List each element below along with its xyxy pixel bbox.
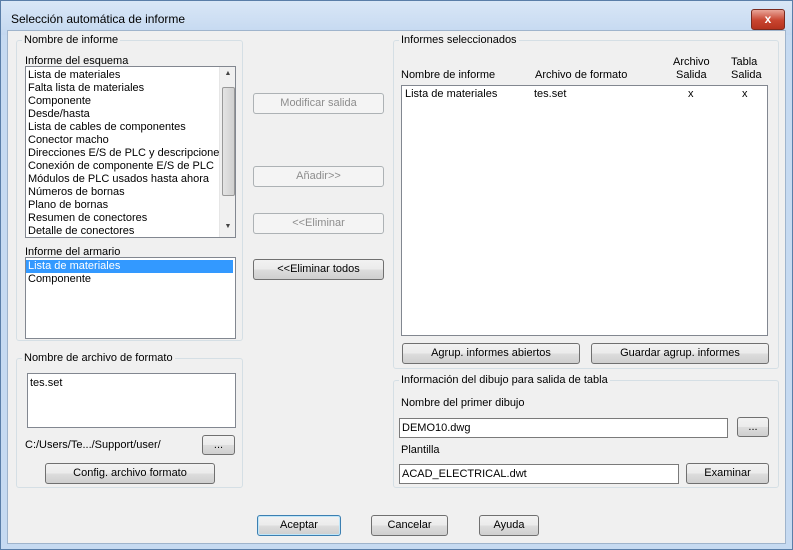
list-item[interactable]: tes.set — [30, 377, 62, 390]
list-item[interactable]: Detalle de conectores — [28, 225, 134, 237]
format-path: C:/Users/Te.../Support/user/ — [25, 439, 161, 451]
template-input[interactable]: ACAD_ELECTRICAL.dwt — [399, 464, 679, 484]
list-item[interactable]: Números de bornas — [28, 186, 125, 199]
list-item[interactable]: Conector macho — [28, 134, 109, 147]
open-report-group-button[interactable]: Agrup. informes abiertos — [402, 343, 580, 364]
col-format-file: Archivo de formato — [535, 69, 628, 81]
template-browse-button[interactable]: Examinar — [686, 463, 769, 484]
col-report-name: Nombre de informe — [401, 69, 496, 81]
help-button[interactable]: Ayuda — [479, 515, 539, 536]
scroll-down-icon[interactable]: ▼ — [223, 223, 233, 233]
schematic-report-list[interactable]: Lista de materiales Falta lista de materi… — [25, 66, 236, 238]
format-browse-button[interactable]: ... — [202, 435, 235, 455]
row-format-file: tes.set — [534, 88, 567, 100]
cancel-button[interactable]: Cancelar — [371, 515, 448, 536]
list-item[interactable]: Desde/hasta — [28, 108, 90, 121]
template-label: Plantilla — [401, 444, 440, 456]
selected-reports-list[interactable]: Lista de materiales tes.set x x — [401, 85, 768, 336]
col-file-output-2: Salida — [676, 69, 707, 81]
modify-output-button[interactable]: Modificar salida — [253, 93, 384, 114]
list-item[interactable]: Falta lista de materiales — [28, 82, 144, 95]
first-drawing-label: Nombre del primer dibujo — [401, 397, 525, 409]
list-item[interactable]: Módulos de PLC usados hasta ahora — [28, 173, 209, 186]
remove-button[interactable]: <<Eliminar — [253, 213, 384, 234]
add-button[interactable]: Añadir>> — [253, 166, 384, 187]
dialog-title: Selección automática de informe — [11, 12, 186, 26]
list-item[interactable]: Direcciones E/S de PLC y descripciones — [28, 147, 225, 160]
row-table-output: x — [742, 88, 748, 100]
drawing-browse-button[interactable]: ... — [737, 417, 769, 437]
first-drawing-input[interactable]: DEMO10.dwg — [399, 418, 728, 438]
list-item[interactable]: Lista de materiales — [26, 260, 233, 273]
format-file-list[interactable]: tes.set — [27, 373, 236, 428]
save-report-group-button[interactable]: Guardar agrup. informes — [591, 343, 769, 364]
list-item[interactable]: Componente — [28, 95, 91, 108]
drawing-info-group-label: Información del dibujo para salida de ta… — [399, 374, 610, 386]
list-item[interactable]: Lista de materiales — [28, 69, 120, 82]
panel-report-list[interactable]: Lista de materiales Componente — [25, 257, 236, 339]
row-report-name: Lista de materiales — [405, 88, 498, 100]
col-file-output-1: Archivo — [673, 56, 710, 68]
col-table-output-2: Salida — [731, 69, 762, 81]
close-icon: x — [764, 12, 772, 26]
format-file-group-label: Nombre de archivo de formato — [22, 352, 175, 364]
list-item[interactable]: Conexión de componente E/S de PLC — [28, 160, 214, 173]
list-item[interactable]: Plano de bornas — [28, 199, 108, 212]
ok-button[interactable]: Aceptar — [257, 515, 341, 536]
col-table-output-1: Tabla — [731, 56, 758, 68]
scroll-up-icon[interactable]: ▲ — [223, 70, 233, 80]
list-item[interactable]: Componente — [28, 273, 91, 286]
close-button[interactable]: x — [751, 9, 785, 30]
remove-all-button[interactable]: <<Eliminar todos — [253, 259, 384, 280]
list-item[interactable]: Lista de cables de componentes — [28, 121, 186, 134]
table-row[interactable]: Lista de materiales tes.set x x — [402, 88, 767, 102]
row-file-output: x — [688, 88, 694, 100]
schematic-scrollbar[interactable]: ▲ ▼ — [219, 67, 235, 237]
selected-reports-group-label: Informes seleccionados — [399, 34, 519, 46]
report-name-group-label: Nombre de informe — [22, 34, 121, 46]
list-item[interactable]: Resumen de conectores — [28, 212, 147, 225]
scroll-thumb[interactable] — [222, 87, 235, 196]
config-format-file-button[interactable]: Config. archivo formato — [45, 463, 215, 484]
